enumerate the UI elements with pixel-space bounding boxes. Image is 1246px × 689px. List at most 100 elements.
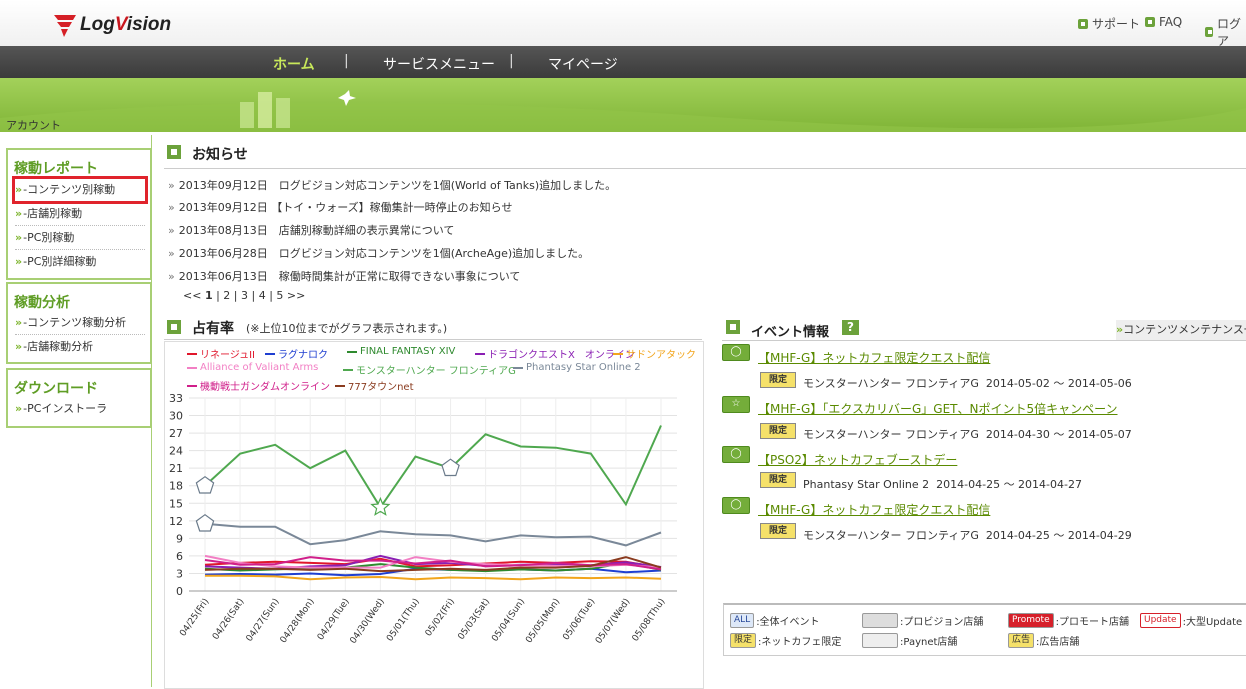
- series-line: [205, 574, 662, 581]
- event-limited-tag: 限定: [760, 372, 796, 388]
- sidebar-item-pc-installer[interactable]: »-PCインストーラ: [15, 398, 145, 420]
- y-tick-label: 0: [176, 585, 183, 598]
- x-tick-label: 05/07(Wed): [594, 597, 632, 646]
- event-badge: ◯: [722, 497, 750, 514]
- news-item[interactable]: » 2013年09月12日 ログビジョン対応コンテンツを1個(World of T…: [168, 177, 616, 193]
- event-badge: ☆: [722, 396, 750, 413]
- x-tick-label: 04/29(Tue): [316, 597, 352, 642]
- logout-link[interactable]: ログア: [1205, 15, 1246, 49]
- x-tick-label: 05/08(Thu): [631, 597, 668, 644]
- share-chart: リネージュII ラグナロク FINAL FANTASY XIV ドラゴンクエストX オ…: [164, 341, 704, 689]
- header-bar: [0, 0, 1246, 46]
- legend-update: Update:大型Update: [1140, 613, 1242, 628]
- news-item[interactable]: » 2013年06月13日 稼働時間集計が正常に取得できない事象について: [168, 268, 520, 284]
- y-tick-label: 24: [169, 445, 183, 458]
- news-item[interactable]: » 2013年08月13日 店舗別稼動詳細の表示異常について: [168, 222, 454, 238]
- legend-ad: 広告:広告店舗: [1008, 633, 1079, 648]
- sidebar-item-pc-activity[interactable]: »-PC別稼動: [15, 227, 145, 250]
- quote-icon: »: [168, 247, 175, 260]
- sidebar-item-store-analysis[interactable]: »-店舗稼動分析: [15, 336, 145, 358]
- sidebar-section-activity-analysis: 稼動分析 »-コンテンツ稼動分析 »-店舗稼動分析: [6, 282, 152, 364]
- event-info: モンスターハンター フロンティアG 2014-05-02 ～ 2014-05-0…: [803, 377, 1132, 390]
- support-link[interactable]: サポート: [1078, 15, 1140, 32]
- pager-page-3[interactable]: 3: [241, 289, 248, 302]
- pager-page-2[interactable]: 2: [223, 289, 230, 302]
- event-marker-pentagon-icon: [195, 513, 215, 532]
- pager-page-1[interactable]: 1: [205, 289, 213, 302]
- arrow-icon: »: [15, 231, 23, 244]
- logvision-logo-icon[interactable]: [52, 12, 78, 38]
- banner-graphic: [0, 90, 1246, 132]
- nav-separator: |: [509, 53, 514, 69]
- event-badge: ◯: [722, 446, 750, 463]
- faq-link[interactable]: FAQ: [1145, 15, 1182, 29]
- nav-separator: |: [344, 53, 349, 69]
- sidebar-item-pc-detail-activity[interactable]: »-PC別詳細稼動: [15, 251, 145, 273]
- green-banner: [0, 78, 1246, 132]
- event-limited-tag: 限定: [760, 472, 796, 488]
- y-tick-label: 27: [169, 427, 183, 440]
- news-title: お知らせ: [192, 147, 248, 163]
- provision-icon: [862, 613, 898, 628]
- support-icon: [1078, 18, 1088, 29]
- event-title-link[interactable]: 【MHF-G】ネットカフェ限定クエスト配信: [758, 349, 990, 366]
- nav-mypage[interactable]: マイページ: [548, 54, 618, 74]
- x-tick-label: 05/04(Sun): [490, 597, 527, 644]
- events-divider: [722, 340, 1246, 341]
- sidebar-divider: [151, 135, 152, 687]
- quote-icon: »: [168, 179, 175, 192]
- sidebar-section-activity-report: 稼動レポート »-コンテンツ別稼動 »-店舗別稼動 »-PC別稼動 »-PC別詳…: [6, 148, 152, 280]
- event-badge: ◯: [722, 344, 750, 361]
- news-item[interactable]: » 2013年09月12日 【トイ・ウォーズ】稼働集計一時停止のお知らせ: [168, 199, 512, 215]
- logo-text[interactable]: LogVision: [80, 14, 171, 36]
- sidebar-section-title: ダウンロード: [14, 381, 98, 397]
- y-tick-label: 9: [176, 532, 183, 545]
- y-tick-label: 21: [169, 462, 183, 475]
- x-tick-label: 05/02(Fri): [424, 597, 457, 639]
- x-tick-label: 05/01(Thu): [385, 597, 422, 644]
- series-line: [204, 425, 662, 510]
- pager-page-4[interactable]: 4: [259, 289, 266, 302]
- events-title: イベント情報: [751, 325, 830, 340]
- y-tick-label: 15: [169, 497, 183, 510]
- faq-icon: [1145, 17, 1155, 27]
- y-tick-label: 18: [169, 480, 183, 493]
- x-tick-label: 05/03(Sat): [457, 597, 493, 642]
- event-limited-tag: 限定: [760, 423, 796, 439]
- x-tick-label: 04/25(Fri): [178, 597, 211, 639]
- pager-next[interactable]: >>: [287, 289, 305, 302]
- share-title: 占有率: [192, 321, 234, 337]
- x-tick-label: 04/27(Sun): [245, 597, 282, 644]
- quote-icon: »: [168, 201, 175, 214]
- y-tick-label: 30: [169, 410, 183, 423]
- news-item[interactable]: » 2013年06月28日 ログビジョン対応コンテンツを1個(ArcheAge)追…: [168, 245, 589, 261]
- x-tick-label: 04/26(Sat): [211, 597, 247, 642]
- y-tick-label: 33: [169, 392, 183, 405]
- legend-all: ALL:全体イベント: [730, 613, 820, 628]
- y-tick-label: 6: [176, 550, 183, 563]
- event-title-link[interactable]: 【PSO2】ネットカフェブーストデー: [758, 451, 957, 468]
- arrow-icon: »: [15, 255, 23, 268]
- legend-paynet: :Paynet店舗: [862, 633, 957, 648]
- quote-icon: »: [168, 224, 175, 237]
- sidebar-item-content-activity[interactable]: »-コンテンツ別稼動: [12, 176, 148, 204]
- event-title-link[interactable]: 【MHF-G】「エクスカリバーG」GET、Nポイント5倍キャンペーン: [758, 400, 1118, 417]
- events-section-icon: [726, 320, 740, 334]
- share-line-chart: 0 3 6 9 12 15 18 21 24 27 30 33 04/25(Fri) 04/26(Sat)…: [169, 392, 677, 646]
- event-title-link[interactable]: 【MHF-G】ネットカフェ限定クエスト配信: [758, 501, 990, 518]
- sidebar-item-content-analysis[interactable]: »-コンテンツ稼動分析: [15, 312, 145, 335]
- y-tick-label: 3: [176, 567, 183, 580]
- nav-service-menu[interactable]: サービスメニュー: [383, 54, 495, 74]
- pager-page-5[interactable]: 5: [276, 289, 283, 302]
- legend-promote: Promote:プロモート店舗: [1008, 613, 1129, 628]
- nav-home[interactable]: ホーム: [273, 54, 315, 74]
- maintenance-list-link[interactable]: »コンテンツメンテナンス一覧: [1116, 320, 1246, 340]
- arrow-icon: »: [15, 316, 23, 329]
- help-icon[interactable]: ?: [842, 320, 859, 335]
- x-tick-label: 04/30(Wed): [348, 597, 386, 646]
- news-divider: [164, 168, 1246, 169]
- logout-icon: [1205, 27, 1214, 37]
- legend-provision: :プロビジョン店舗: [862, 613, 983, 628]
- pager-prev[interactable]: <<: [183, 289, 201, 302]
- sidebar-item-store-activity[interactable]: »-店舗別稼動: [15, 203, 145, 226]
